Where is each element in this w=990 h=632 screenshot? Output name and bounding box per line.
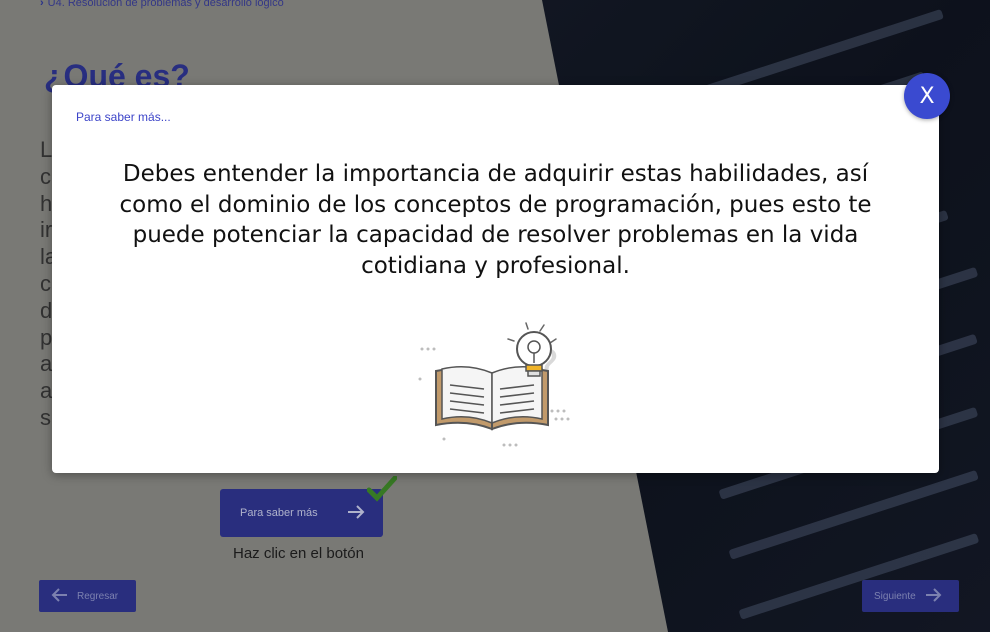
modal-label: Para saber más... <box>76 110 171 124</box>
close-button[interactable]: X <box>904 73 950 119</box>
book-lightbulb-icon: ? <box>416 321 576 455</box>
modal-text: Debes entender la importancia de adquiri… <box>119 161 872 279</box>
info-modal: Para saber más... Debes entender la impo… <box>52 85 939 473</box>
